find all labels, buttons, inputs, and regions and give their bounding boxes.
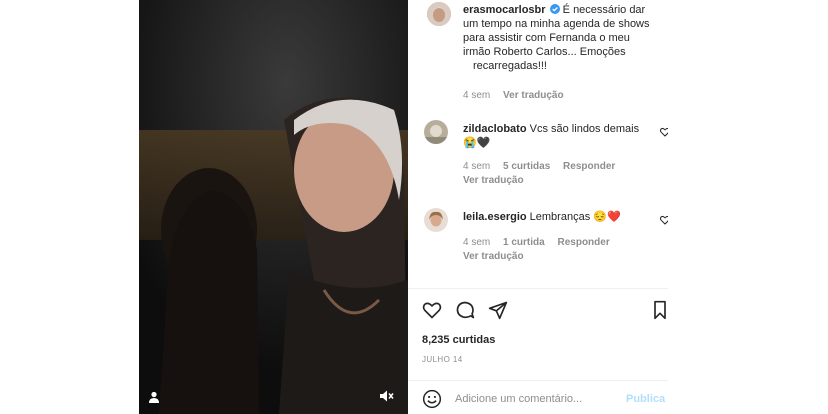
comment-meta: 4 sem 1 curtida Responder [463, 237, 658, 248]
author-username[interactable]: erasmocarlosbr [463, 4, 546, 16]
publish-button[interactable]: Publica [626, 393, 665, 405]
post-action-bar [408, 288, 668, 328]
comment-item: zildaclobato Vcs são lindos demais 😭🖤 4 … [422, 118, 668, 194]
comment-likes[interactable]: 1 curtida [503, 237, 545, 248]
commenter-avatar-image [424, 208, 448, 232]
caption-body: erasmocarlosbr É necessário dar um tempo… [463, 3, 663, 101]
comment-input[interactable]: Adicione um comentário... [455, 393, 582, 405]
comment-see-translation[interactable]: Ver tradução [463, 175, 658, 186]
commenter-username[interactable]: leila.esergio [463, 211, 527, 223]
post-video[interactable] [139, 0, 408, 414]
heart-icon[interactable] [422, 300, 442, 320]
caption-line-3: para assistir com Fernanda o meu [463, 32, 630, 44]
comment-body: zildaclobato Vcs são lindos demais 😭🖤 4 … [463, 122, 658, 186]
commenter-username[interactable]: zildaclobato [463, 123, 527, 135]
post-date[interactable]: JULHO 14 [422, 355, 463, 364]
muted-speaker-icon[interactable] [378, 388, 394, 404]
reply-button[interactable]: Responder [563, 161, 615, 172]
caption-meta: 4 sem Ver tradução [463, 90, 663, 101]
video-frame-illustration [139, 0, 408, 414]
comment-time: 4 sem [463, 237, 491, 248]
comment-icon[interactable] [455, 300, 475, 320]
comment-time: 4 sem [463, 161, 491, 172]
comment-body: leila.esergio Lembranças 😔❤️ 4 sem 1 cur… [463, 210, 658, 262]
verified-badge-icon [549, 4, 560, 14]
caption-line-1: É necessário dar [562, 4, 646, 16]
post-caption: erasmocarlosbr É necessário dar um tempo… [422, 0, 668, 108]
reply-button[interactable]: Responder [557, 237, 609, 248]
comment-item: leila.esergio Lembranças 😔❤️ 4 sem 1 cur… [422, 205, 668, 267]
caption-line-4: irmão Roberto Carlos... Emoções [463, 46, 626, 58]
share-icon[interactable] [488, 300, 508, 320]
comment-heart-icon[interactable] [660, 215, 668, 225]
comment-text: Lembranças [529, 211, 591, 223]
comment-text: Vcs são lindos demais [529, 123, 640, 135]
comment-emoji: 😭🖤 [463, 137, 491, 149]
commenter-avatar[interactable] [424, 208, 448, 232]
post-details-panel: erasmocarlosbr É necessário dar um tempo… [408, 0, 668, 414]
bookmark-icon[interactable] [652, 300, 668, 320]
caption-see-translation[interactable]: Ver tradução [503, 90, 564, 101]
comment-emoji: 😔❤️ [593, 211, 621, 223]
comment-heart-icon[interactable] [660, 127, 668, 137]
comment-see-translation[interactable]: Ver tradução [463, 251, 658, 262]
instagram-post-view: erasmocarlosbr É necessário dar um tempo… [0, 0, 828, 414]
likes-count[interactable]: 8,235 curtidas [422, 334, 495, 346]
author-avatar[interactable] [427, 2, 451, 26]
comment-likes[interactable]: 5 curtidas [503, 161, 550, 172]
comment-meta: 4 sem 5 curtidas Responder [463, 161, 658, 172]
user-tag-icon[interactable] [147, 390, 161, 404]
caption-line-5: recarregadas!!! [473, 60, 547, 72]
emoji-icon[interactable] [422, 389, 442, 409]
caption-time: 4 sem [463, 90, 491, 101]
author-avatar-image [427, 2, 451, 26]
commenter-avatar-image [424, 120, 448, 144]
comment-composer: Adicione um comentário... Publica [408, 380, 668, 414]
caption-line-2: um tempo na minha agenda de shows [463, 18, 650, 30]
commenter-avatar[interactable] [424, 120, 448, 144]
